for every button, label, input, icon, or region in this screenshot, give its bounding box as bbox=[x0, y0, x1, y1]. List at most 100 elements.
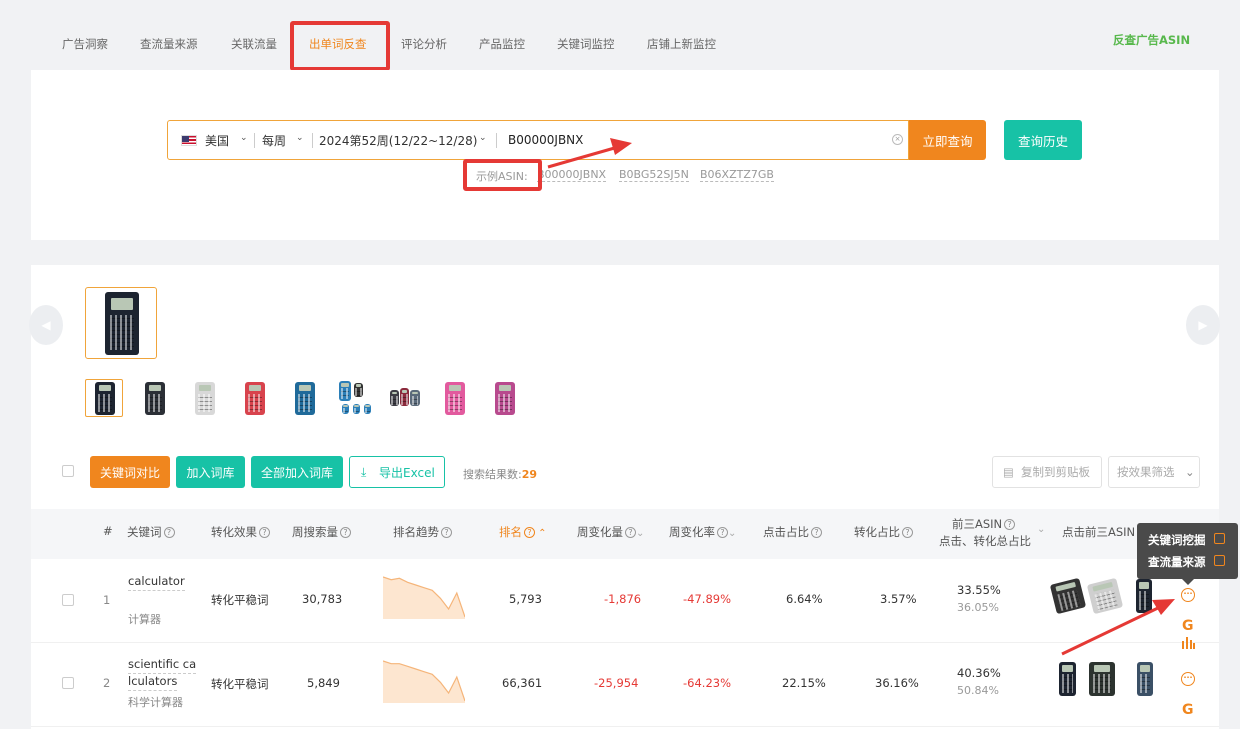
calculator-image bbox=[105, 292, 139, 355]
help-icon: ? bbox=[340, 527, 351, 538]
top-asin-image[interactable] bbox=[1136, 579, 1152, 613]
search-bar: 美国 ⌄ 每周 ⌄ 2024第52周(12/22~12/28) ⌄ × bbox=[167, 120, 909, 160]
th-effect[interactable]: 转化效果? bbox=[211, 524, 270, 540]
rank-value: 5,793 bbox=[509, 592, 542, 606]
th-rank[interactable]: 排名? ⌃ bbox=[499, 524, 547, 540]
external-link-icon[interactable] bbox=[1214, 533, 1225, 544]
keyword-en[interactable]: calculator bbox=[128, 573, 185, 591]
th-weekly-change[interactable]: 周变化量? ⌄ bbox=[577, 524, 644, 540]
product-thumb[interactable] bbox=[335, 379, 373, 417]
more-options-icon[interactable]: ··· bbox=[1181, 588, 1195, 602]
effect-value: 转化平稳词 bbox=[211, 593, 269, 607]
conversion-share-value: 36.16% bbox=[875, 676, 919, 690]
th-top3-click-asin: 点击前三ASIN bbox=[1062, 525, 1136, 539]
th-weekly-change-rate[interactable]: 周变化率? ⌄ bbox=[669, 524, 736, 540]
top-asin-image[interactable] bbox=[1137, 662, 1153, 696]
trend-area bbox=[383, 661, 465, 703]
add-all-to-library-button[interactable]: 全部加入词库 bbox=[251, 456, 343, 488]
top3-conversion-total: 36.05% bbox=[957, 601, 999, 614]
weekly-change-rate-value: -47.89% bbox=[683, 592, 731, 606]
tab-related-traffic[interactable]: 关联流量 bbox=[231, 36, 277, 52]
conversion-share-value: 3.57% bbox=[880, 592, 917, 606]
chevron-down-icon: ⌄ bbox=[1185, 465, 1195, 479]
chevron-down-icon[interactable]: ⌄ bbox=[240, 133, 248, 143]
top-asin-image[interactable] bbox=[1086, 577, 1124, 615]
product-thumb[interactable] bbox=[85, 379, 123, 417]
divider bbox=[496, 133, 497, 148]
more-options-icon[interactable]: ··· bbox=[1181, 672, 1195, 686]
weekly-change-value: -25,954 bbox=[594, 676, 639, 690]
th-volume[interactable]: 周搜索量? bbox=[292, 524, 351, 540]
product-thumb[interactable] bbox=[485, 379, 523, 417]
clear-icon[interactable]: × bbox=[892, 134, 903, 145]
select-all-checkbox[interactable] bbox=[62, 465, 74, 477]
export-excel-button[interactable]: ⤓ 导出Excel bbox=[349, 456, 445, 488]
query-history-button[interactable]: 查询历史 bbox=[1004, 120, 1082, 160]
tab-ad-insight[interactable]: 广告洞察 bbox=[62, 36, 108, 52]
top-asin-image[interactable] bbox=[1049, 577, 1087, 615]
tab-review-analysis[interactable]: 评论分析 bbox=[401, 36, 447, 52]
week-select[interactable]: 2024第52周(12/22~12/28) bbox=[319, 132, 477, 149]
add-to-library-button[interactable]: 加入词库 bbox=[176, 456, 245, 488]
carousel-next-button[interactable]: ▶ bbox=[1186, 305, 1220, 345]
sort-asc-icon: ⌃ bbox=[535, 528, 547, 539]
copy-to-clipboard-button[interactable]: ▤ 复制到剪贴板 bbox=[992, 456, 1102, 488]
keyword-en[interactable]: scientific ca bbox=[128, 656, 197, 674]
tooltip-traffic-source[interactable]: 查流量来源 bbox=[1148, 554, 1206, 570]
rank-trend-sparkline[interactable] bbox=[383, 575, 465, 619]
product-thumb[interactable] bbox=[385, 379, 423, 417]
row-checkbox[interactable] bbox=[62, 677, 74, 689]
query-now-button[interactable]: 立即查询 bbox=[909, 120, 986, 160]
external-link-icon[interactable] bbox=[1214, 555, 1225, 566]
th-keyword[interactable]: 关键词? bbox=[127, 524, 175, 540]
product-thumb[interactable] bbox=[435, 379, 473, 417]
rank-value: 66,361 bbox=[502, 676, 543, 690]
row-checkbox[interactable] bbox=[62, 594, 74, 606]
sort-icon[interactable]: ⌄ bbox=[1037, 524, 1045, 535]
reverse-ad-asin-link[interactable]: 反查广告ASIN bbox=[1113, 32, 1190, 48]
product-thumb[interactable] bbox=[185, 379, 223, 417]
asin-input[interactable] bbox=[508, 127, 878, 153]
product-thumb[interactable] bbox=[285, 379, 323, 417]
country-select[interactable]: 美国 bbox=[205, 132, 229, 149]
tooltip-keyword-mining[interactable]: 关键词挖掘 bbox=[1148, 532, 1206, 548]
tab-product-monitor[interactable]: 产品监控 bbox=[479, 36, 525, 52]
trend-area bbox=[383, 577, 465, 619]
example-asin-link-3[interactable]: B06XZTZ7GB bbox=[700, 168, 774, 182]
google-icon[interactable]: G bbox=[1182, 702, 1194, 718]
top3-click-total: 40.36% bbox=[957, 666, 1001, 680]
rank-trend-sparkline[interactable] bbox=[383, 659, 465, 703]
help-icon: ? bbox=[524, 527, 535, 538]
chevron-down-icon[interactable]: ⌄ bbox=[479, 133, 487, 143]
tab-traffic-source[interactable]: 查流量来源 bbox=[140, 36, 198, 52]
chevron-down-icon[interactable]: ⌄ bbox=[296, 133, 304, 143]
weekly-change-value: -1,876 bbox=[604, 592, 642, 606]
top-asin-image[interactable] bbox=[1089, 662, 1115, 696]
th-click-share[interactable]: 点击占比? bbox=[763, 524, 822, 540]
top-asin-image[interactable] bbox=[1059, 662, 1076, 696]
tab-keyword-monitor[interactable]: 关键词监控 bbox=[557, 36, 615, 52]
carousel-prev-button[interactable]: ◀ bbox=[29, 305, 63, 345]
keyword-en[interactable]: lculators bbox=[128, 673, 178, 691]
period-select[interactable]: 每周 bbox=[262, 132, 286, 149]
active-tab-highlight-box bbox=[290, 21, 390, 71]
download-icon: ⤓ bbox=[361, 465, 367, 479]
weekly-change-rate-value: -64.23% bbox=[683, 676, 731, 690]
product-thumb[interactable] bbox=[135, 379, 173, 417]
product-thumb[interactable] bbox=[235, 379, 273, 417]
top3-click-total: 33.55% bbox=[957, 583, 1001, 597]
help-icon: ? bbox=[441, 527, 452, 538]
th-conversion-share[interactable]: 转化占比? bbox=[854, 524, 913, 540]
google-icon[interactable]: G bbox=[1182, 618, 1194, 634]
tab-store-new-monitor[interactable]: 店铺上新监控 bbox=[647, 36, 716, 52]
row-index: 1 bbox=[103, 593, 111, 607]
example-asin-link-2[interactable]: B0BG52SJ5N bbox=[619, 168, 689, 182]
help-icon: ? bbox=[811, 527, 822, 538]
th-trend[interactable]: 排名趋势? bbox=[393, 524, 452, 540]
example-asin-link-1[interactable]: B00000JBNX bbox=[537, 168, 607, 182]
divider bbox=[254, 133, 255, 148]
effect-filter-select[interactable]: 按效果筛选 ⌄ bbox=[1108, 456, 1200, 488]
help-icon: ? bbox=[1004, 519, 1016, 530]
th-top3-asin[interactable]: 前三ASIN? bbox=[952, 516, 1016, 532]
keyword-compare-button[interactable]: 关键词对比 bbox=[90, 456, 170, 488]
